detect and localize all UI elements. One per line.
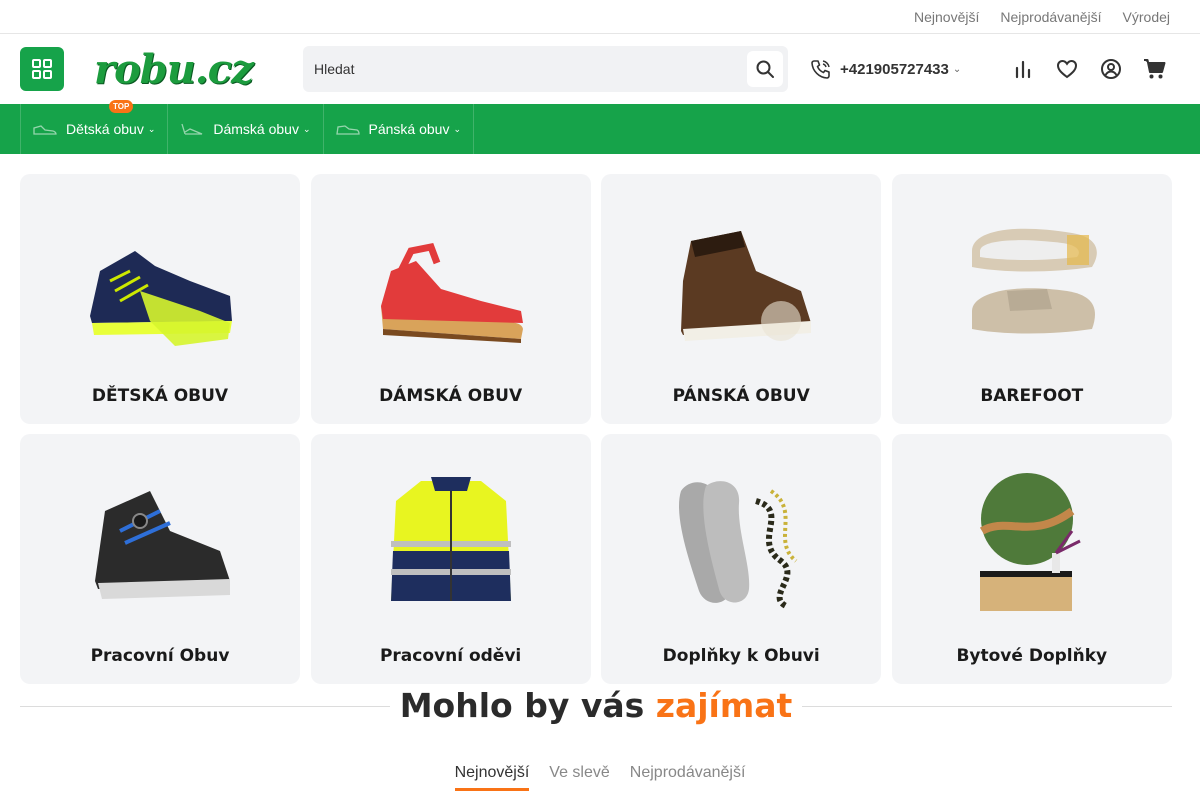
- sneaker-image: [80, 206, 240, 356]
- nav-item-label: Dětská obuv: [66, 121, 144, 137]
- category-label: DĚTSKÁ OBUV: [91, 386, 229, 406]
- chevron-down-icon: ⌄: [147, 123, 156, 134]
- nav-item-kids-shoes[interactable]: Dětská obuv ⌄ TOP: [20, 100, 167, 154]
- category-label: Pracovní Obuv: [90, 646, 230, 666]
- category-card-kids[interactable]: DĚTSKÁ OBUV: [20, 174, 300, 424]
- top-link-sale[interactable]: Výrodej: [1123, 9, 1170, 25]
- hi-vis-jacket-image: [371, 466, 531, 616]
- phone-icon: [811, 60, 830, 79]
- section-title: Mohlo by vás zajímat: [389, 686, 803, 725]
- mens-shoe-icon: [335, 125, 360, 135]
- insoles-laces-image: [661, 466, 821, 616]
- category-menu-button[interactable]: [20, 47, 64, 91]
- top-links-bar: Nejnovější Nejprodávanější Výrodej: [0, 0, 1200, 34]
- nav-item-label: Dámská obuv: [213, 121, 299, 137]
- category-card-workwear[interactable]: Pracovní oděvi: [310, 434, 591, 684]
- chevron-down-icon: ⌄: [453, 123, 462, 134]
- top-badge: TOP: [109, 100, 134, 113]
- phone-number: +421905727433: [840, 60, 949, 78]
- category-card-home-decor[interactable]: Bytové Doplňky: [891, 434, 1172, 684]
- account-button[interactable]: [1096, 54, 1126, 84]
- category-label: Pracovní oděvi: [379, 646, 522, 666]
- category-card-shoe-accessories[interactable]: Doplňky k Obuvi: [601, 434, 882, 684]
- category-label: Bytové Doplňky: [956, 646, 1108, 666]
- top-link-newest[interactable]: Nejnovější: [914, 9, 979, 25]
- search-button[interactable]: [747, 51, 783, 87]
- sandal-image: [371, 206, 531, 356]
- heel-shoe-icon: [181, 123, 203, 135]
- nav-item-mens-shoes[interactable]: Pánská obuv ⌄: [322, 104, 475, 154]
- compare-button[interactable]: [1008, 54, 1038, 84]
- category-label: PÁNSKÁ OBUV: [672, 386, 810, 406]
- category-card-barefoot[interactable]: BAREFOOT: [891, 174, 1172, 424]
- nav-item-womens-shoes[interactable]: Dámská obuv ⌄: [167, 104, 322, 154]
- work-shoe-image: [80, 466, 240, 616]
- site-logo[interactable]: robu.cz: [94, 46, 274, 93]
- category-label: DÁMSKÁ OBUV: [379, 386, 523, 406]
- nav-item-label: Pánská obuv: [368, 121, 450, 137]
- user-icon: [1101, 59, 1121, 79]
- home-decor-image: [952, 466, 1112, 616]
- header: robu.cz +421905727433 ⌄: [0, 34, 1200, 104]
- chevron-down-icon: ⌄: [302, 123, 311, 134]
- cart-icon: [1144, 59, 1166, 79]
- tab-newest[interactable]: Nejnovější: [454, 764, 530, 791]
- top-link-bestsellers[interactable]: Nejprodávanější: [1000, 9, 1101, 25]
- wishlist-button[interactable]: [1052, 54, 1082, 84]
- category-card-work-shoes[interactable]: Pracovní Obuv: [20, 434, 300, 684]
- category-label: BAREFOOT: [980, 386, 1084, 406]
- tab-bestsellers[interactable]: Nejprodávanější: [630, 764, 746, 791]
- product-tabs: Nejnovější Ve slevě Nejprodávanější: [0, 764, 1200, 791]
- kids-shoe-icon: [33, 125, 57, 135]
- category-card-women[interactable]: DÁMSKÁ OBUV: [310, 174, 591, 424]
- category-label: Doplňky k Obuvi: [662, 646, 820, 666]
- search-icon: [756, 60, 774, 78]
- phone-contact[interactable]: +421905727433 ⌄: [810, 58, 961, 80]
- main-nav: Dětská obuv ⌄ TOP Dámská obuv ⌄ Pánská o…: [0, 100, 1200, 154]
- heart-icon: [1056, 59, 1078, 79]
- header-icons: [994, 54, 1170, 84]
- grid-icon: [32, 59, 52, 79]
- chevron-down-icon: ⌄: [952, 63, 962, 75]
- bar-chart-icon: [1015, 60, 1031, 79]
- barefoot-shoe-image: [952, 206, 1112, 356]
- category-card-men[interactable]: PÁNSKÁ OBUV: [601, 174, 882, 424]
- category-grid: DĚTSKÁ OBUV DÁMSKÁ OBUV PÁNSKÁ OBUV BARE…: [20, 174, 1172, 684]
- cart-button[interactable]: [1140, 54, 1170, 84]
- section-title-main: Mohlo by vás: [399, 686, 645, 725]
- section-title-accent: zajímat: [655, 686, 793, 725]
- boot-image: [661, 206, 821, 356]
- section-heading: Mohlo by vás zajímat: [20, 686, 1172, 725]
- search-bar: [303, 46, 788, 92]
- search-input[interactable]: [314, 61, 747, 77]
- tab-on-sale[interactable]: Ve slevě: [549, 764, 609, 791]
